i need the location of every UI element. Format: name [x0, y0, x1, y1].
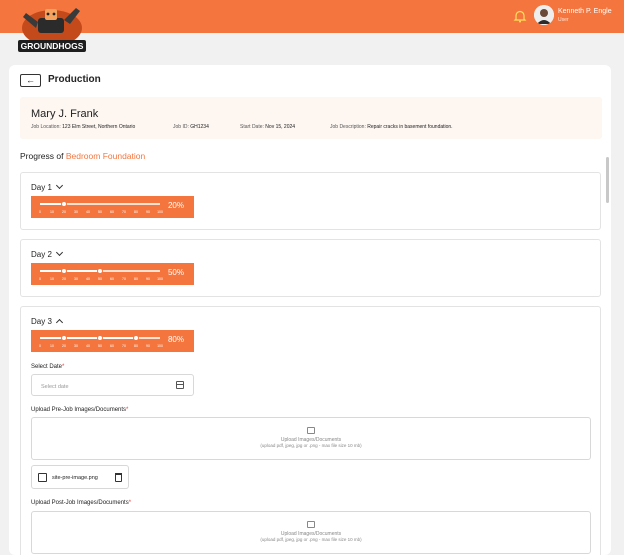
progress-slider[interactable]: 0 10 20 30 40 50 60 70 80 90 100 80% — [31, 330, 194, 352]
slider-tick-label: 30 — [74, 210, 78, 214]
upload-hint: (upload pdf, jpeg, jpg or .png - max fil… — [260, 537, 362, 542]
chevron-down-icon — [55, 181, 63, 190]
post-job-upload-dropzone[interactable]: Upload Images/Documents (upload pdf, jpe… — [31, 511, 591, 554]
slider-knob[interactable] — [61, 201, 67, 207]
slider-tick-label: 20 — [62, 210, 66, 214]
progress-slider[interactable]: 0 10 20 30 40 50 60 70 80 90 100 20% — [31, 196, 194, 218]
slider-track — [40, 201, 160, 207]
slider-tick-label: 70 — [122, 210, 126, 214]
slider-tick-label: 0 — [39, 344, 41, 348]
slider-knob[interactable] — [97, 268, 103, 274]
day-toggle-1[interactable]: Day 1 — [31, 181, 63, 192]
trash-icon[interactable] — [115, 473, 122, 482]
slider-tick-label: 20 — [62, 344, 66, 348]
slider-tick-label: 60 — [110, 277, 114, 281]
scrollbar[interactable] — [606, 157, 609, 203]
slider-tick-label: 50 — [98, 210, 102, 214]
image-icon — [307, 521, 315, 528]
image-icon — [307, 427, 315, 434]
avatar-image — [534, 5, 554, 25]
slider-tick-label: 0 — [39, 277, 41, 281]
pre-job-upload-label: Upload Pre-Job Images/Documents* — [31, 407, 129, 413]
slider-tick-label: 90 — [146, 344, 150, 348]
project-name: Bedroom Foundation — [65, 151, 146, 161]
slider-tick-label: 40 — [86, 210, 90, 214]
groundhogs-logo[interactable]: GROUNDHOGS — [14, 2, 90, 54]
post-job-upload-label: Upload Post-Job Images/Documents* — [31, 500, 132, 506]
production-panel: ← Production Mary J. Frank Job Location:… — [9, 65, 611, 555]
pre-job-upload-dropzone[interactable]: Upload Images/Documents (upload pdf, jpe… — [31, 417, 591, 460]
slider-tick-label: 100 — [157, 344, 163, 348]
progress-percent: 50% — [167, 268, 184, 277]
slider-tick-label: 10 — [50, 210, 54, 214]
slider-tick-label: 90 — [146, 277, 150, 281]
bell-icon[interactable] — [513, 9, 527, 23]
logo-text: GROUNDHOGS — [21, 41, 84, 51]
slider-knob[interactable] — [61, 335, 67, 341]
slider-tick-label: 60 — [110, 344, 114, 348]
slider-tick-label: 80 — [134, 210, 138, 214]
slider-tick-label: 30 — [74, 277, 78, 281]
user-name: Kenneth P. Engle — [558, 8, 612, 15]
day-card-1: Day 1 0 10 20 30 40 50 60 70 80 90 100 20% — [20, 172, 601, 230]
day-toggle-3[interactable]: Day 3 — [31, 317, 63, 327]
slider-tick-label: 10 — [50, 344, 54, 348]
day-card-3: Day 3 0 10 20 30 40 50 60 70 80 90 100 80% Select … — [20, 306, 601, 555]
progress-percent: 20% — [167, 201, 184, 210]
progress-slider[interactable]: 0 10 20 30 40 50 60 70 80 90 100 50% — [31, 263, 194, 285]
uploaded-file-chip: site-pre-image.png — [31, 465, 129, 489]
slider-ticks: 0 10 20 30 40 50 60 70 80 90 100 — [39, 210, 163, 215]
slider-knob[interactable] — [133, 335, 139, 341]
slider-tick-label: 90 — [146, 210, 150, 214]
slider-fill — [40, 337, 136, 339]
job-id: Job ID: GH1234 — [173, 124, 209, 130]
slider-knob[interactable] — [61, 268, 67, 274]
slider-tick-label: 80 — [134, 344, 138, 348]
slider-ticks: 0 10 20 30 40 50 60 70 80 90 100 — [39, 344, 163, 349]
slider-tick-label: 30 — [74, 344, 78, 348]
customer-name: Mary J. Frank — [31, 108, 99, 120]
calendar-icon[interactable] — [176, 381, 184, 389]
image-file-icon — [38, 473, 47, 482]
page-title: Production — [48, 74, 101, 85]
date-placeholder: Select date — [41, 384, 69, 390]
slider-tick-label: 100 — [157, 277, 163, 281]
slider-tick-label: 0 — [39, 210, 41, 214]
slider-tick-label: 40 — [86, 344, 90, 348]
day-card-2: Day 2 0 10 20 30 40 50 60 70 80 90 100 50% — [20, 239, 601, 297]
job-start-date: Start Date: Nov 15, 2024 — [240, 124, 296, 130]
job-location: Job Location: 123 Elm Street, Northern O… — [31, 124, 136, 130]
slider-tick-label: 80 — [134, 277, 138, 281]
chevron-down-icon — [55, 248, 63, 257]
avatar[interactable] — [534, 5, 554, 25]
slider-tick-label: 60 — [110, 210, 114, 214]
job-info-card: Mary J. Frank Job Location: 123 Elm Stre… — [20, 97, 602, 139]
slider-tick-label: 20 — [62, 277, 66, 281]
upload-hint: (upload pdf, jpeg, jpg or .png - max fil… — [260, 443, 362, 448]
slider-tick-label: 40 — [86, 277, 90, 281]
day-toggle-2[interactable]: Day 2 — [31, 248, 63, 259]
slider-knob[interactable] — [97, 335, 103, 341]
chevron-up-icon — [55, 318, 63, 327]
slider-tick-label: 70 — [122, 344, 126, 348]
back-button[interactable]: ← — [20, 74, 41, 87]
slider-fill — [40, 270, 100, 272]
top-bar: GROUNDHOGS Kenneth P. Engle User — [0, 0, 624, 52]
file-name: site-pre-image.png — [52, 475, 98, 481]
slider-track — [40, 268, 160, 274]
slider-tick-label: 50 — [98, 277, 102, 281]
slider-tick-label: 70 — [122, 277, 126, 281]
user-role: User — [558, 17, 569, 23]
progress-percent: 80% — [167, 335, 184, 344]
slider-ticks: 0 10 20 30 40 50 60 70 80 90 100 — [39, 277, 163, 282]
date-input[interactable]: Select date — [31, 374, 194, 396]
slider-track — [40, 335, 160, 341]
select-date-label: Select Date* — [31, 364, 65, 370]
slider-tick-label: 10 — [50, 277, 54, 281]
progress-heading: Progress of Bedroom Foundation — [20, 151, 146, 161]
slider-tick-label: 100 — [157, 210, 163, 214]
job-description: Job Description: Repair cracks in baseme… — [330, 124, 453, 130]
slider-tick-label: 50 — [98, 344, 102, 348]
